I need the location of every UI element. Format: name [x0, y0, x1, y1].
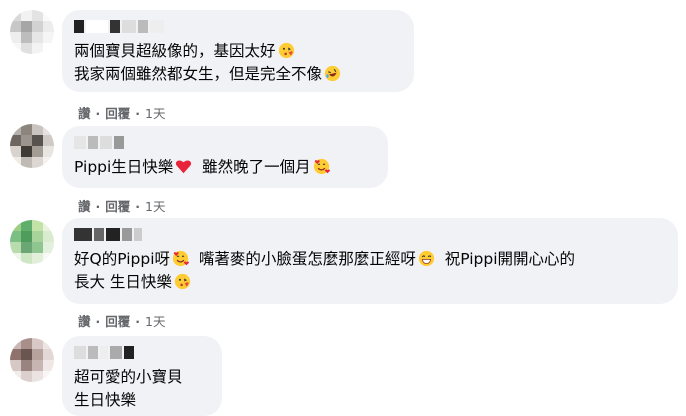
timestamp[interactable]: 1天	[145, 311, 165, 330]
avatar[interactable]	[10, 220, 54, 264]
reply-link[interactable]: 回覆	[105, 103, 130, 122]
smiling-face-with-hearts-icon	[172, 250, 189, 267]
separator: ·	[135, 199, 141, 214]
avatar[interactable]	[10, 124, 54, 168]
comment-bubble: 兩個寶貝超級像的，基因太好 我家兩個雖然都女生，但是完全不像	[62, 10, 414, 92]
comment-line: 超可愛的小寶貝	[74, 368, 183, 386]
comment-actions: 讚 · 回覆 · 1天	[78, 311, 165, 330]
smiling-face-with-hearts-icon	[313, 158, 330, 175]
separator: ·	[95, 314, 101, 329]
timestamp[interactable]: 1天	[145, 103, 165, 122]
commenter-name-blurred[interactable]	[74, 344, 210, 360]
comment-line: 長大 生日快樂	[74, 273, 172, 291]
separator: ·	[135, 314, 141, 329]
reply-link[interactable]: 回覆	[105, 311, 130, 330]
comment-text: 兩個寶貝超級像的，基因太好 我家兩個雖然都女生，但是完全不像	[74, 40, 402, 86]
grinning-face-icon	[418, 250, 435, 267]
comment-actions: 讚 · 回覆 · 1天	[78, 103, 165, 122]
comment-bubble: 好Q的Pippi呀 嘴著麥的小臉蛋怎麼那麼正經呀 祝Pippi開開心心的 長大 …	[62, 218, 678, 304]
kissing-face-with-heart-icon	[174, 273, 191, 290]
comment-line: Pippi生日快樂	[74, 158, 174, 176]
comment-line: 好Q的Pippi呀	[74, 250, 170, 268]
commenter-name-blurred[interactable]	[74, 226, 666, 242]
red-heart-icon	[176, 160, 192, 174]
comment-text: 超可愛的小寶貝 生日快樂	[74, 366, 210, 412]
comment-text: 好Q的Pippi呀 嘴著麥的小臉蛋怎麼那麼正經呀 祝Pippi開開心心的 長大 …	[74, 248, 666, 294]
separator: ·	[95, 106, 101, 121]
separator: ·	[95, 199, 101, 214]
like-link[interactable]: 讚	[78, 196, 91, 215]
commenter-name-blurred[interactable]	[74, 18, 402, 34]
comment-bubble: Pippi生日快樂 雖然晚了一個月	[62, 126, 388, 188]
comment-line: 雖然晚了一個月	[202, 158, 311, 176]
comment-line: 嘴著麥的小臉蛋怎麼那麼正經呀	[198, 250, 416, 268]
avatar[interactable]	[10, 10, 54, 54]
comment-line: 兩個寶貝超級像的，基因太好	[74, 42, 276, 60]
commenter-name-blurred[interactable]	[74, 134, 376, 150]
kissing-face-with-heart-icon	[278, 42, 294, 59]
comment-actions: 讚 · 回覆 · 1天	[78, 196, 165, 215]
comment-line: 祝Pippi開開心心的	[444, 250, 576, 268]
avatar[interactable]	[10, 338, 54, 382]
rolling-laughing-face-icon	[324, 65, 341, 82]
timestamp[interactable]: 1天	[145, 196, 165, 215]
reply-link[interactable]: 回覆	[105, 196, 130, 215]
comment-bubble: 超可愛的小寶貝 生日快樂	[62, 336, 222, 416]
comment-line: 生日快樂	[74, 391, 137, 409]
separator: ·	[135, 106, 141, 121]
like-link[interactable]: 讚	[78, 311, 91, 330]
comment-line: 我家兩個雖然都女生，但是完全不像	[74, 65, 323, 83]
comment-text: Pippi生日快樂 雖然晚了一個月	[74, 156, 376, 179]
like-link[interactable]: 讚	[78, 103, 91, 122]
